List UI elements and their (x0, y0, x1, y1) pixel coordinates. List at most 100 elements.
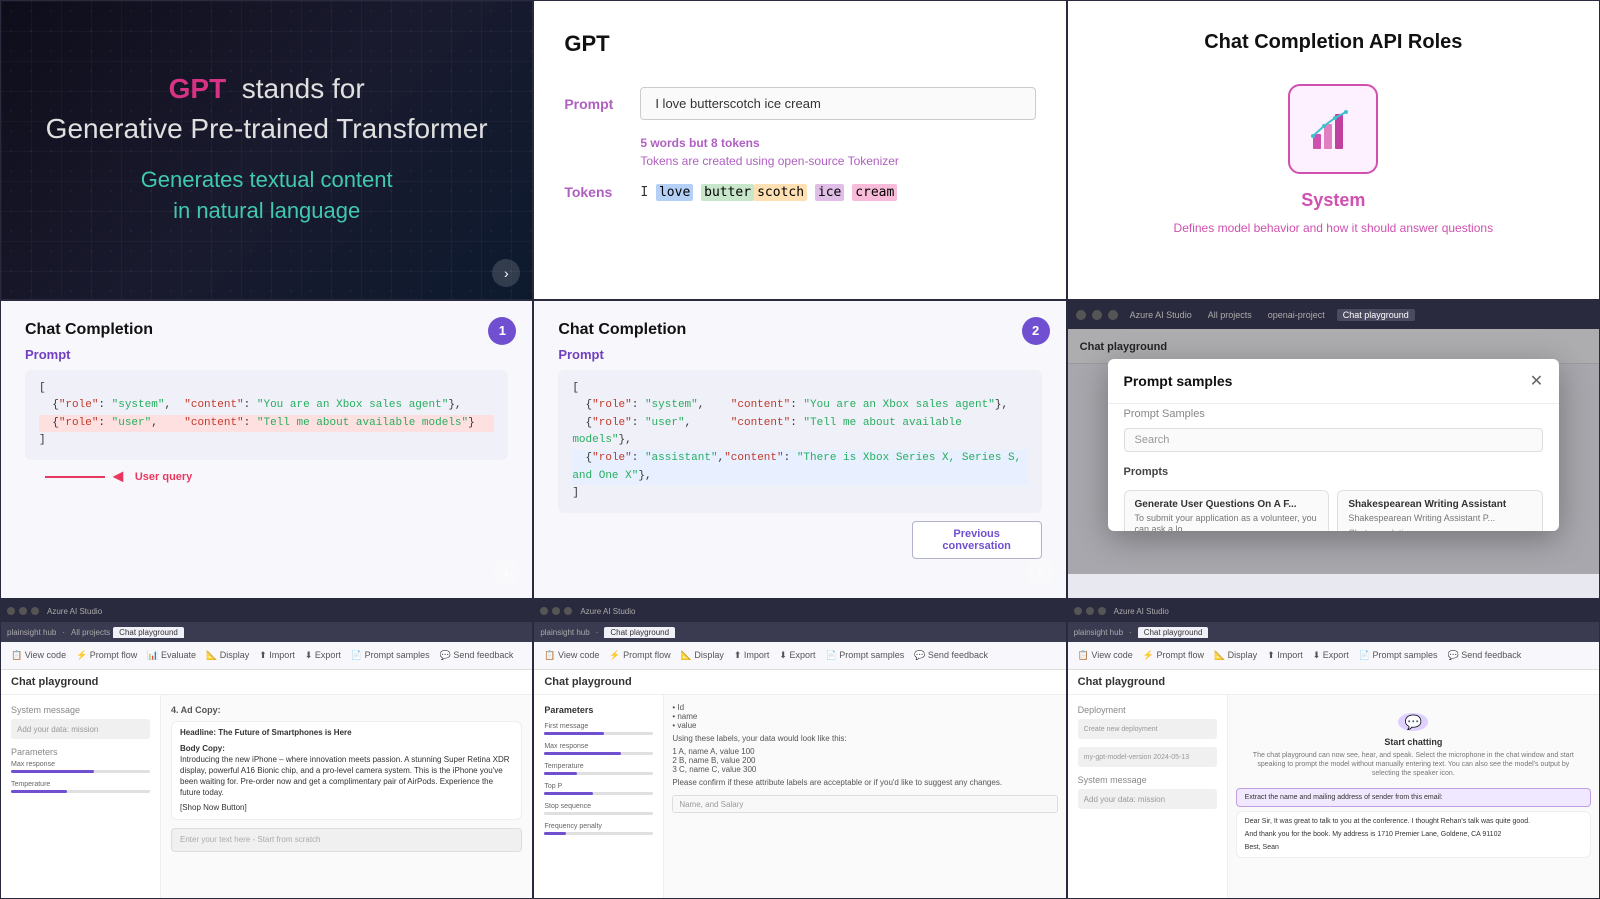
toolbar-br-samples[interactable]: 📄 Prompt samples (1359, 650, 1438, 661)
params-label-bl: Parameters (11, 747, 150, 757)
prompt-row: Prompt I love butterscotch ice cream (564, 87, 1035, 120)
toolbar-br-display[interactable]: 📐 Display (1214, 650, 1257, 661)
toolbar-item-prompt-samples[interactable]: 📄 Prompt samples (351, 650, 430, 661)
bw-dot-3 (31, 607, 39, 615)
body-copy-text: Introducing the new iPhone – where innov… (180, 754, 513, 799)
toolbar-bm-import[interactable]: ⬆ Import (734, 650, 770, 661)
bw-window-label-bm: Azure AI Studio (580, 607, 635, 616)
temp-slider-bm[interactable] (544, 772, 653, 775)
toolbar-br-feedback[interactable]: 💬 Send feedback (1448, 650, 1522, 661)
prev-conv-annotation: Previous conversation (558, 521, 1041, 559)
bw-toolbar-bm: 📋 View code ⚡ Prompt flow 📐 Display ⬆ Im… (534, 642, 1065, 670)
deploy-input-br[interactable]: Create new deployment (1078, 719, 1217, 739)
arrowhead-1: ◄ (109, 466, 127, 487)
tok-ice: ice (815, 184, 844, 201)
prompt-card-1[interactable]: Generate User Questions On A F... To sub… (1124, 490, 1330, 532)
first-msg-slider[interactable] (544, 732, 653, 735)
prev-conv-text2: conversation (923, 540, 1031, 552)
tab-openai-project[interactable]: openai-project (1268, 310, 1325, 320)
tab-all-projects[interactable]: All projects (1208, 310, 1252, 320)
system-msg-input-bl[interactable]: Add your data: mission (11, 719, 150, 739)
toolbar-bm-export[interactable]: ⬇ Export (779, 650, 815, 661)
data-row-3: 3 C, name C, value 300 (672, 765, 1057, 774)
prompt-label-ml: Prompt (25, 347, 508, 362)
toolbar-item-export[interactable]: ⬇ Export (305, 650, 341, 661)
toolbar-item-eval[interactable]: 📊 Evaluate (147, 650, 196, 661)
code2-line-4: {"role": "assistant","content": "There i… (572, 450, 1027, 485)
nav-arrow-tr[interactable]: › (1559, 259, 1587, 287)
bw-active-tab-br[interactable]: Chat playground (1138, 627, 1209, 638)
nav-arrow-ml[interactable]: › (492, 558, 520, 586)
prompt-card-2[interactable]: Shakespearean Writing Assistant Shakespe… (1337, 490, 1543, 532)
params-section-bm: Parameters (544, 705, 653, 715)
toolbar-br-import[interactable]: ⬆ Import (1267, 650, 1303, 661)
headline-text: Headline: The Future of Smartphones is H… (180, 727, 513, 738)
toolbar-bm-prompt[interactable]: ⚡ Prompt flow (609, 650, 670, 661)
panel-chat-completion-1: 1 Chat Completion Prompt [ {"role": "sys… (0, 300, 533, 600)
toolbar-bm-samples[interactable]: 📄 Prompt samples (825, 650, 904, 661)
toolbar-br-view[interactable]: 📋 View code (1078, 650, 1133, 661)
prompt-input-tm[interactable]: I love butterscotch ice cream (640, 87, 1035, 120)
panel-chat-playground-bl: Azure AI Studio plainsight hub · All pro… (0, 599, 533, 899)
gpt-panel-title: GPT (564, 31, 1035, 57)
max-response-slider-bm[interactable] (544, 752, 653, 755)
bw-chat-area-br: 💬 Start chatting The chat playground can… (1228, 695, 1599, 898)
toolbar-bm-feedback[interactable]: 💬 Send feedback (914, 650, 988, 661)
tok-i: I (640, 185, 656, 200)
bw-active-tab-bl[interactable]: Chat playground (113, 627, 184, 638)
prompt-card-2-title: Shakespearean Writing Assistant (1348, 499, 1532, 510)
system-msg-input-br[interactable]: Add your data: mission (1078, 789, 1217, 809)
code2-line-2: {"role": "system", "content": "You are a… (572, 397, 1027, 415)
toolbar-bm-view[interactable]: 📋 View code (544, 650, 599, 661)
tab-chat-playground-mr[interactable]: Chat playground (1337, 309, 1415, 321)
toolbar-br-export[interactable]: ⬇ Export (1313, 650, 1349, 661)
chat-input-bl[interactable]: Enter your text here - Start from scratc… (171, 828, 522, 852)
system-icon-inner (1288, 84, 1378, 174)
max-response-slider-bl[interactable] (11, 770, 150, 773)
window-title-mr: Azure AI Studio (1130, 310, 1192, 320)
freq-penalty-slider[interactable] (544, 832, 653, 835)
toolbar-bm-display[interactable]: 📐 Display (681, 650, 724, 661)
code2-line-1: [ (572, 380, 1027, 398)
modal-overlay: Prompt samples ✕ Prompt Samples Search P… (1068, 329, 1599, 575)
code-line-1: [ (39, 380, 494, 398)
bw-chrome-bm: Azure AI Studio (534, 600, 1065, 622)
nav-arrow-tl[interactable]: › (492, 259, 520, 287)
toolbar-item-display[interactable]: 📐 Display (206, 650, 249, 661)
name-salary-input[interactable]: Name, and Salary (672, 795, 1057, 813)
bottom-window-br: Azure AI Studio plainsight hub · Chat pl… (1068, 600, 1599, 898)
bw-window-label-bl: Azure AI Studio (47, 607, 102, 616)
toolbar-item-view[interactable]: 📋 View code (11, 650, 66, 661)
model-value-br: my-gpt-model-version 2024-05-13 (1084, 754, 1189, 761)
start-chatting-label: Start chatting (1384, 737, 1442, 747)
chat-panel-title-1: Chat Completion (25, 321, 508, 339)
nav-arrow-mm[interactable]: › (1026, 558, 1054, 586)
body-copy-label: Body Copy: (180, 743, 513, 754)
nav-arrow-tm[interactable]: › (1026, 259, 1054, 287)
toolbar-item-import[interactable]: ⬆ Import (259, 650, 295, 661)
deploy-value-br: Create new deployment (1084, 726, 1158, 733)
system-role-label: System (1301, 190, 1365, 211)
toolbar-item-send-feedback[interactable]: 💬 Send feedback (440, 650, 514, 661)
temp-slider-bl[interactable] (11, 790, 150, 793)
confirm-text-bm: Please confirm if these attribute labels… (672, 778, 1057, 787)
bw-dot-bm-1 (540, 607, 548, 615)
playground-content-mr: Chat playground Prompt samples ✕ Prompt … (1068, 329, 1599, 575)
panel-prompt-samples: Azure AI Studio All projects openai-proj… (1067, 300, 1600, 600)
modal-search-input[interactable]: Search (1124, 428, 1544, 452)
toolbar-item-prompt[interactable]: ⚡ Prompt flow (76, 650, 137, 661)
model-input-br[interactable]: my-gpt-model-version 2024-05-13 (1078, 747, 1217, 767)
bw-active-tab-bm[interactable]: Chat playground (604, 627, 675, 638)
chat-panel-title-2: Chat Completion (558, 321, 1041, 339)
playground-title-br: Chat playground (1068, 670, 1599, 695)
modal-header: Prompt samples ✕ (1108, 359, 1560, 404)
bw-chat-area-bl: 4. Ad Copy: Headline: The Future of Smar… (161, 695, 532, 898)
panel-api-roles: Chat Completion API Roles System Defines… (1067, 0, 1600, 300)
modal-close-button[interactable]: ✕ (1530, 371, 1543, 391)
top-p-slider[interactable] (544, 792, 653, 795)
annotation-box-2: Previous conversation (912, 521, 1042, 559)
chrome-dot-2 (1092, 310, 1102, 320)
bw-chrome-bl: Azure AI Studio (1, 600, 532, 622)
stop-seq-slider[interactable] (544, 812, 653, 815)
toolbar-br-prompt[interactable]: ⚡ Prompt flow (1143, 650, 1204, 661)
